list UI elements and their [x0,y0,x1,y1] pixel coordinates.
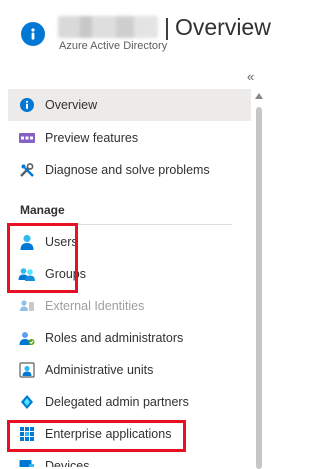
scroll-thumb[interactable] [256,107,262,469]
nav-item-overview[interactable]: Overview [8,89,251,121]
scroll-up-arrow-icon[interactable] [255,93,263,99]
info-icon [21,22,45,46]
nav-item-devices[interactable]: Devices [8,450,251,467]
title-text: Overview [174,13,271,40]
blade-header: | Overview Azure Active Directory [0,0,285,70]
nav-item-roles[interactable]: Roles and administrators [8,322,251,354]
redacted-tenant-name [58,16,158,38]
external-identities-icon [18,297,36,315]
nav-item-label: Delegated admin partners [45,395,189,409]
nav-item-label: External Identities [45,299,145,313]
nav-item-diagnose[interactable]: Diagnose and solve problems [8,154,251,186]
wrench-icon [18,161,36,179]
delegated-partners-icon [18,393,36,411]
collapse-menu-button[interactable]: « [247,69,254,84]
devices-icon [18,457,36,467]
sidebar-scrollbar[interactable] [252,89,266,469]
nav-item-label: Preview features [45,131,139,145]
nav-item-delegated-admin-partners[interactable]: Delegated admin partners [8,386,251,418]
section-title-manage: Manage [20,203,65,217]
page-title: | Overview [58,12,271,42]
nav-item-label: Devices [45,459,90,467]
nav-item-label: Overview [45,98,98,112]
info-icon [18,96,36,114]
title-separator: | [164,13,170,40]
preview-features-icon [18,129,36,147]
roles-icon [18,329,36,347]
nav-item-label: Roles and administrators [45,331,184,345]
nav-item-external-identities[interactable]: External Identities [8,290,251,322]
nav-item-preview-features[interactable]: Preview features [8,122,251,154]
highlight-users-groups [7,223,78,293]
nav-item-label: Administrative units [45,363,154,377]
page-subtitle: Azure Active Directory [59,40,168,52]
nav-item-admin-units[interactable]: Administrative units [8,354,251,386]
highlight-enterprise-applications [7,420,186,452]
nav-item-label: Diagnose and solve problems [45,163,210,177]
admin-units-icon [18,361,36,379]
